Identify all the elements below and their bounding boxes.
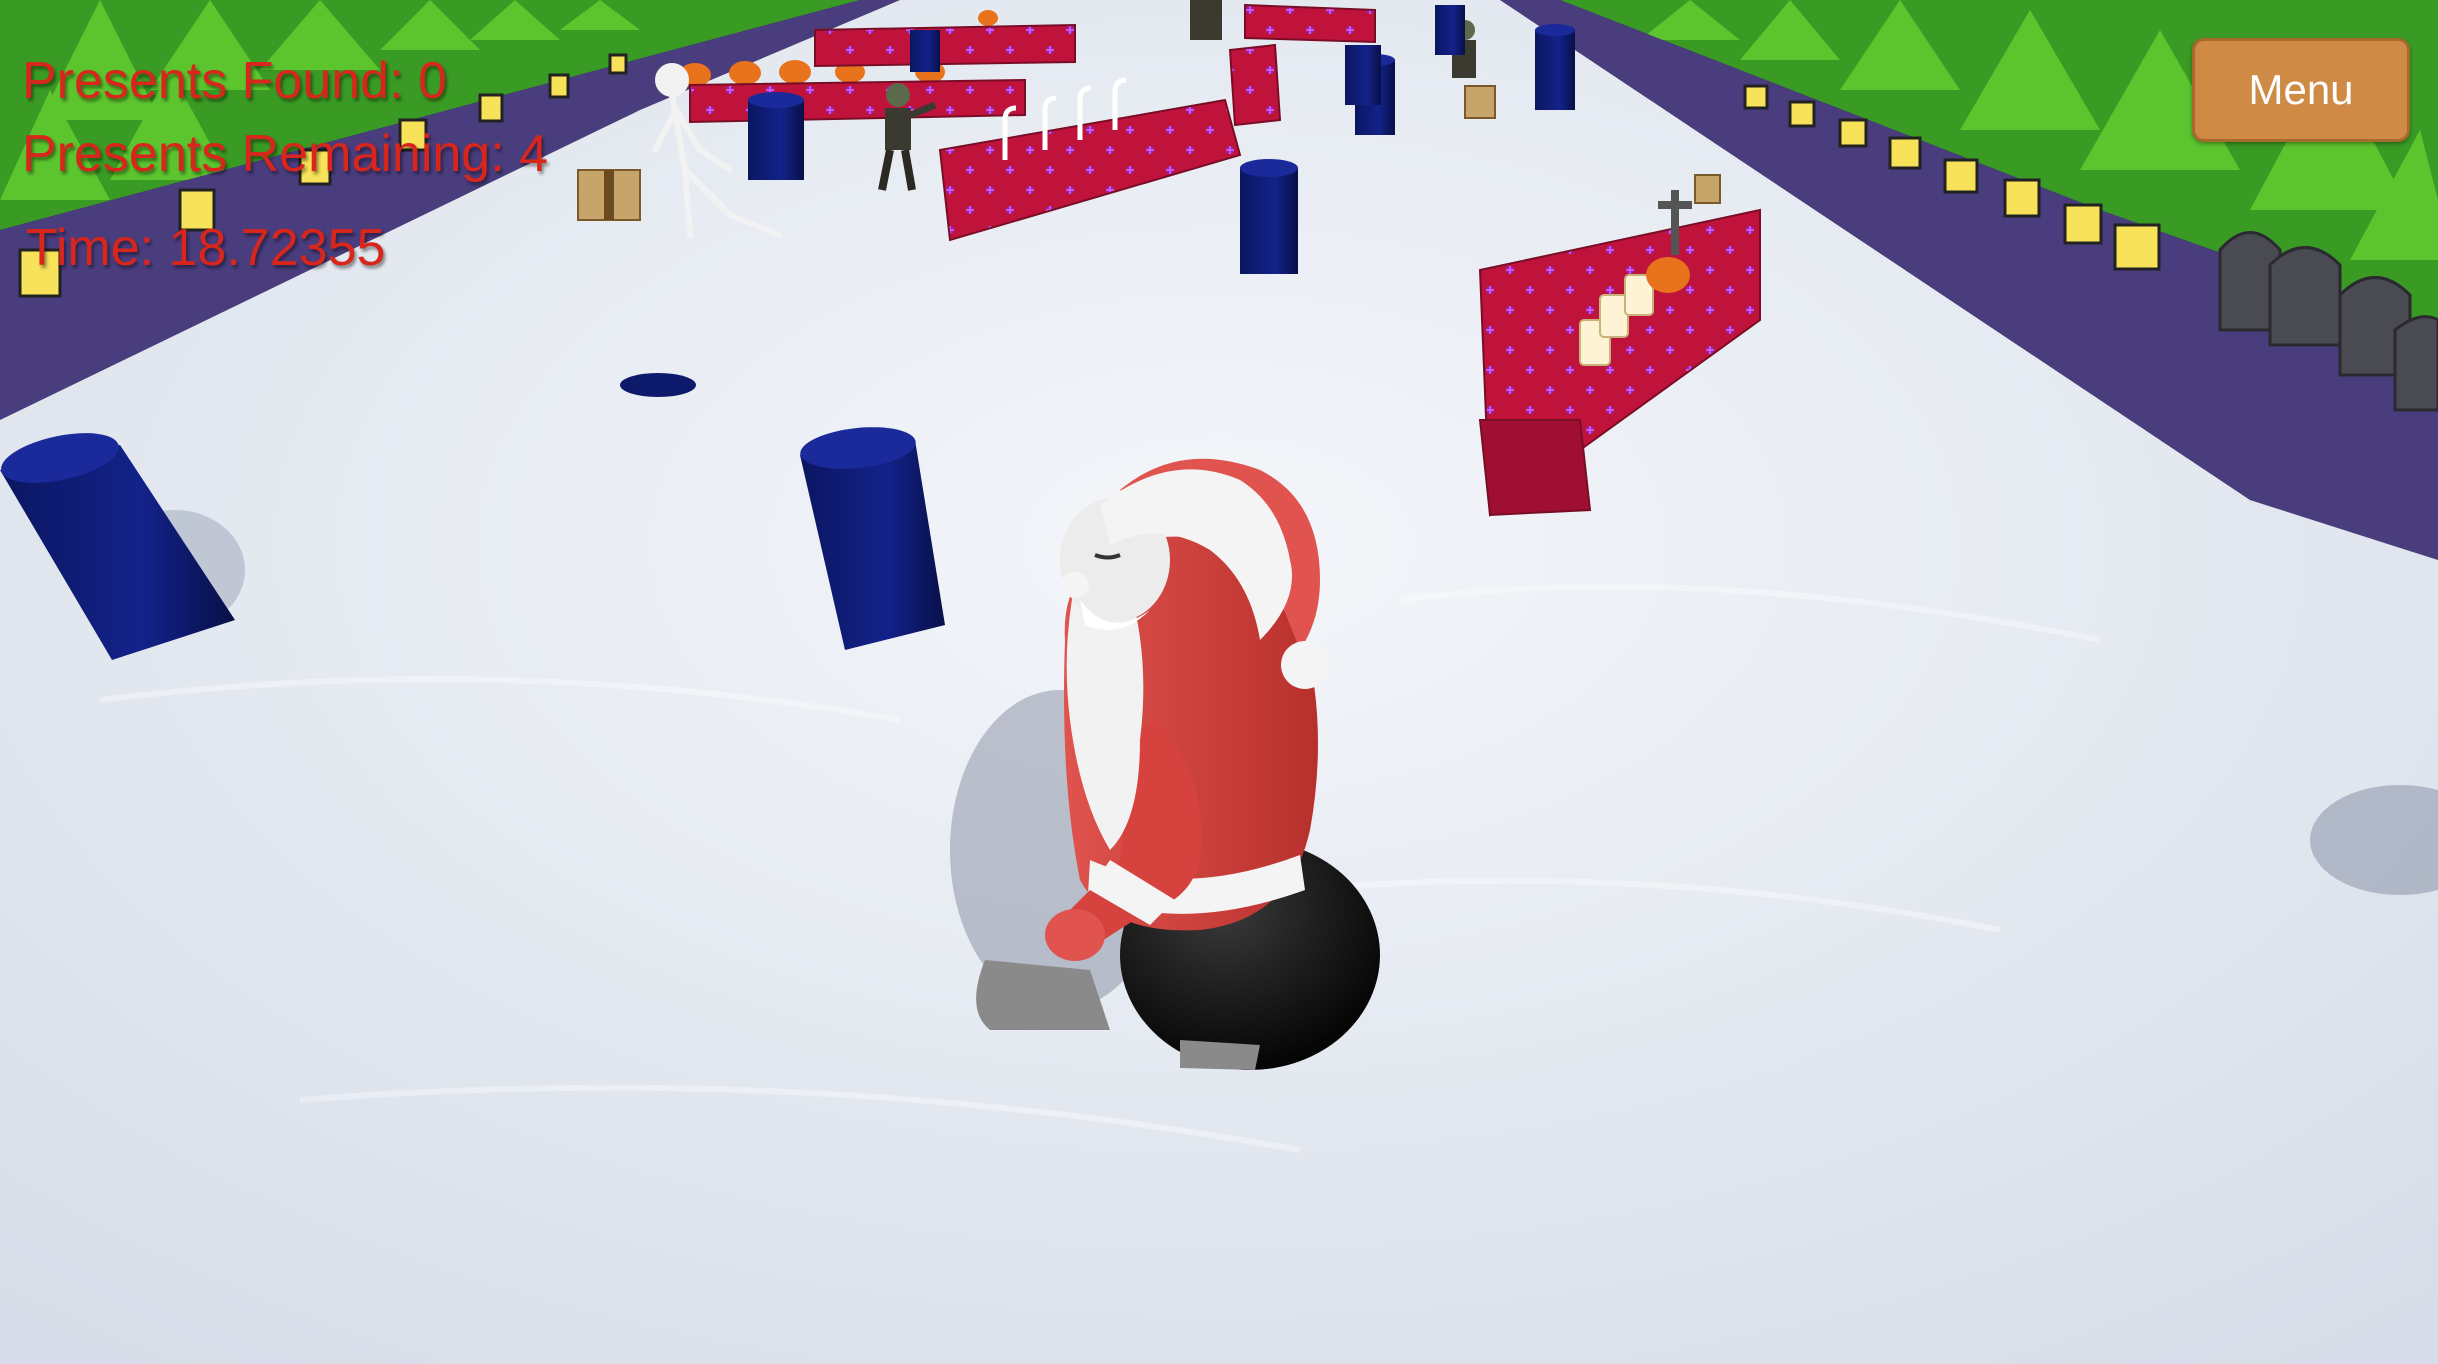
menu-button[interactable]: Menu — [2192, 38, 2410, 142]
presents-found-label: Presents Found: 0 — [22, 52, 447, 110]
game-scene — [0, 0, 2438, 1364]
pumpkin-icon — [1646, 257, 1690, 293]
time-label: Time: 18.72355 — [26, 219, 386, 277]
presents-remaining-label: Presents Remaining: 4 — [22, 125, 549, 183]
